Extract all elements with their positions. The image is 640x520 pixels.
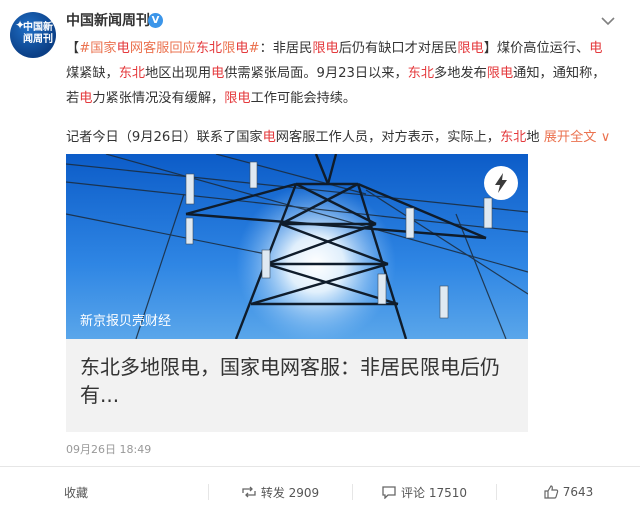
like-count: 7643 [562, 485, 594, 499]
action-bar: 收藏 转发 2909 评论 17510 7643 [0, 466, 640, 516]
post-body-continued: 记者今日（9月26日）联系了国家电网客服工作人员，对方表示，实际上，东北地 展开… [66, 127, 614, 149]
article-card[interactable]: 新京报贝壳财经 东北多地限电，国家电网客服：非居民限电后仍有... [66, 154, 528, 432]
hashtag-topic-link[interactable]: 限 [222, 41, 235, 56]
post-text-segment: 电 [262, 130, 276, 145]
post-text-segment: 地 [526, 130, 544, 145]
repost-icon [242, 486, 256, 498]
post-text-segment: 后仍有缺口才对居民 [338, 41, 458, 56]
post-text-segment: 记者今日（9月26日）联系了国家 [66, 130, 263, 145]
hashtag-topic-link[interactable]: # [249, 41, 260, 56]
post-text-segment: 东北 [407, 66, 435, 81]
hashtag-topic-link[interactable]: 网客服回应 [130, 41, 196, 56]
post-text-segment: 电 [79, 91, 93, 106]
post-text-segment: 煤紧缺， [66, 66, 119, 81]
weibo-post-card: ✦ 中国新闻周刊 中国新闻周刊 V 【#国家电网客服回应东北限电#：非居民限电后… [0, 0, 640, 520]
comment-icon [382, 486, 396, 499]
lightning-icon [495, 173, 507, 193]
post-text-segment: 限电 [486, 66, 514, 81]
favorite-button[interactable]: 收藏 [0, 467, 208, 517]
repost-count: 转发 2909 [260, 485, 320, 500]
post-text-segment: 东北 [195, 41, 223, 56]
post-text-segment: 】煤价高位运行、 [483, 41, 590, 56]
post-text-segment: ：非居民 [259, 41, 313, 56]
hashtag-topic-link[interactable]: #国家 [79, 41, 116, 56]
post-text-segment: 网客服工作人员，对方表示，实际上， [275, 130, 500, 145]
post-text-segment: 多地发布 [434, 66, 487, 81]
post-text-segment: 地区出现用 [145, 66, 212, 81]
post-text-segment: 限电 [457, 41, 484, 56]
more-options-chevron-icon[interactable] [598, 14, 618, 28]
thumbs-up-icon [544, 485, 558, 499]
repost-button[interactable]: 转发 2909 [208, 467, 352, 517]
favorite-label: 收藏 [64, 485, 89, 500]
author-avatar[interactable]: ✦ 中国新闻周刊 [10, 12, 56, 58]
post-text-segment: 限电 [312, 41, 339, 56]
comment-button[interactable]: 评论 17510 [352, 467, 496, 517]
verified-badge-icon: V [148, 13, 163, 28]
expand-full-text-link[interactable]: 展开全文 ∨ [544, 130, 611, 145]
comment-count: 评论 17510 [401, 485, 467, 500]
post-text-segment: 电 [589, 41, 603, 56]
article-headline[interactable]: 东北多地限电，国家电网客服：非居民限电后仍有... [80, 353, 520, 409]
post-timestamp[interactable]: 09月26日 18:49 [66, 441, 151, 457]
post-text-segment: 电 [116, 41, 130, 56]
post-body: 【#国家电网客服回应东北限电#：非居民限电后仍有缺口才对居民限电】煤价高位运行、… [66, 36, 614, 111]
article-photo[interactable]: 新京报贝壳财经 [66, 154, 528, 339]
post-text-segment: 东北 [499, 130, 527, 145]
post-text-segment: 供需紧张局面。9月23日以来， [224, 66, 408, 81]
like-button[interactable]: 7643 [496, 467, 640, 517]
author-name[interactable]: 中国新闻周刊 [66, 12, 150, 30]
post-text-segment: 限电 [224, 91, 251, 106]
post-text-segment: 工作可能会持续。 [250, 91, 357, 106]
photo-source-caption: 新京报贝壳财经 [80, 314, 172, 329]
power-tower-image [66, 154, 528, 339]
post-text-segment: 【 [66, 41, 80, 56]
post-text-segment: 电 [211, 66, 225, 81]
post-text-segment: 东北 [118, 66, 146, 81]
chevron-down-icon: ∨ [596, 130, 611, 145]
lightning-badge-button[interactable] [484, 166, 518, 200]
avatar-logo-text: 中国新闻周刊 [23, 22, 53, 45]
post-text-segment: 电 [235, 41, 249, 56]
post-text-segment: 力紧张情况没有缓解， [92, 91, 225, 106]
